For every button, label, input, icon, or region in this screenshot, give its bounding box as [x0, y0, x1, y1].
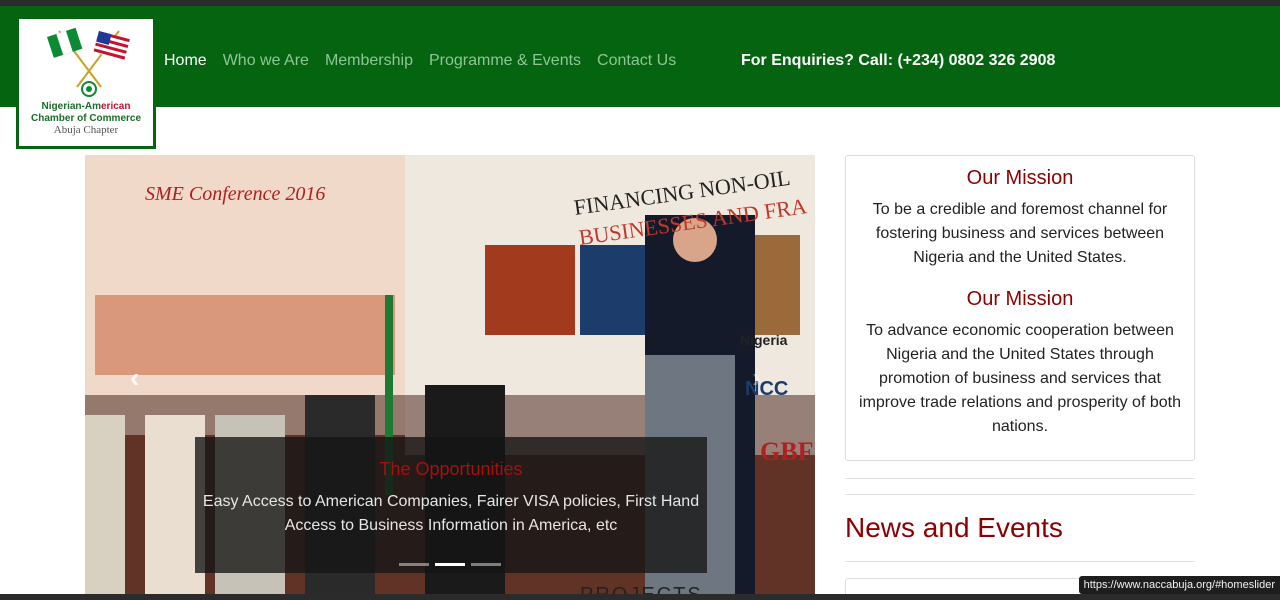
nav-contact-us[interactable]: Contact Us: [597, 52, 676, 70]
nav-programme-events[interactable]: Programme & Events: [429, 52, 581, 70]
logo-panel: Nigerian-American Chamber of Commerce Ab…: [19, 19, 153, 146]
site-logo[interactable]: Nigerian-American Chamber of Commerce Ab…: [16, 16, 156, 149]
slider-prev-icon[interactable]: ‹: [130, 362, 139, 394]
mission-text-2: To advance economic cooperation between …: [859, 322, 1181, 435]
mission-title-2: Our Mission: [966, 288, 1074, 310]
logo-title: Nigerian-American: [19, 101, 153, 112]
mission-text-1: To be a credible and foremost channel fo…: [872, 201, 1168, 266]
mission-panel: Our Mission To be a credible and foremos…: [845, 155, 1195, 461]
top-navbar: Home Who we Are Membership Programme & E…: [0, 6, 1280, 107]
slider-indicator-1[interactable]: [399, 563, 429, 566]
main-nav: Home Who we Are Membership Programme & E…: [164, 52, 676, 70]
nav-home[interactable]: Home: [164, 52, 207, 70]
banner-nigeria-text: Nigeria: [740, 332, 788, 348]
slider-next-icon[interactable]: ›: [752, 362, 761, 394]
nav-membership[interactable]: Membership: [325, 52, 413, 70]
caption-title: The Opportunities: [379, 459, 523, 479]
mission-title-1: Our Mission: [966, 167, 1074, 189]
divider: [845, 494, 1195, 495]
caption-text: Easy Access to American Companies, Faire…: [202, 493, 700, 534]
browser-bottom-strip: [0, 594, 1280, 600]
banner-gbf-text: GBF: [760, 437, 813, 466]
nav-who-we-are[interactable]: Who we Are: [223, 52, 309, 70]
logo-title-red: erican: [100, 101, 131, 112]
logo-chapter: Abuja Chapter: [53, 124, 119, 136]
news-events-heading: News and Events: [845, 512, 1063, 543]
status-bar-url: https://www.naccabuja.org/#homeslider: [1078, 576, 1280, 594]
flags-emblem-icon: [47, 27, 130, 97]
banner-conference-text: SME Conference 2016: [145, 183, 325, 205]
logo-title-green: Nigerian-Am: [41, 101, 101, 112]
slider-caption: The Opportunities Easy Access to America…: [195, 437, 707, 573]
slider-indicator-3[interactable]: [471, 563, 501, 566]
slider-indicators: [399, 563, 501, 566]
slider-indicator-2[interactable]: [435, 563, 465, 566]
logo-subtitle: Chamber of Commerce: [30, 113, 142, 124]
enquiry-phone: For Enquiries? Call: (+234) 0802 326 290…: [741, 52, 1056, 69]
divider: [845, 478, 1195, 479]
divider: [845, 561, 1195, 562]
